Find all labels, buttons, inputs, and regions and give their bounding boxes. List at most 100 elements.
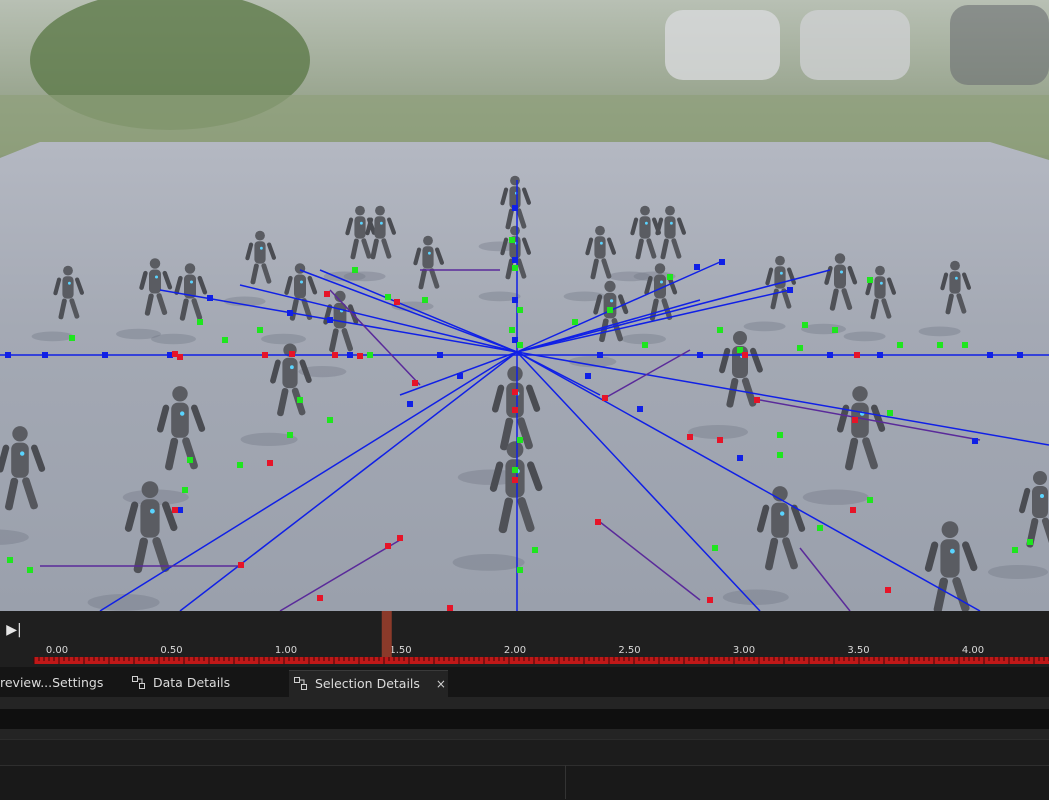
figure-shadow xyxy=(743,321,786,332)
debug-marker xyxy=(517,437,523,443)
scene-view[interactable] xyxy=(0,0,1049,611)
debug-marker xyxy=(742,352,748,358)
timeline-tick-label: 4.00 xyxy=(962,645,984,656)
skip-to-end-button[interactable]: ▶| xyxy=(4,620,24,640)
column-divider[interactable] xyxy=(565,765,566,799)
debug-marker xyxy=(512,477,518,483)
debug-marker xyxy=(207,295,213,301)
debug-marker xyxy=(422,297,428,303)
debug-marker xyxy=(642,342,648,348)
debug-marker xyxy=(572,319,578,325)
debug-marker xyxy=(182,487,188,493)
tab-data-details[interactable]: Data Details xyxy=(130,670,242,696)
figure-shadow xyxy=(988,565,1048,579)
debug-marker xyxy=(1017,352,1023,358)
figure-shadow xyxy=(843,331,886,342)
parked-car xyxy=(800,10,910,80)
debug-marker xyxy=(867,497,873,503)
debug-marker xyxy=(394,299,400,305)
details-icon xyxy=(294,677,307,690)
debug-marker xyxy=(737,455,743,461)
debug-marker xyxy=(367,352,373,358)
figure-shadow xyxy=(802,489,869,505)
debug-marker xyxy=(69,335,75,341)
debug-marker xyxy=(287,310,293,316)
tab-preview-settings[interactable]: review...Settings xyxy=(0,670,137,696)
debug-marker xyxy=(532,547,538,553)
debug-marker xyxy=(832,327,838,333)
debug-marker xyxy=(607,307,613,313)
debug-marker xyxy=(352,267,358,273)
debug-marker xyxy=(867,277,873,283)
debug-marker xyxy=(667,274,673,280)
figure-shadow xyxy=(918,326,961,337)
debug-marker xyxy=(797,345,803,351)
debug-marker xyxy=(512,297,518,303)
parked-car xyxy=(665,10,780,80)
debug-marker xyxy=(852,417,858,423)
debug-marker xyxy=(289,351,295,357)
debug-marker xyxy=(385,543,391,549)
debug-marker xyxy=(257,327,263,333)
debug-marker xyxy=(817,525,823,531)
debug-marker xyxy=(238,562,244,568)
debug-marker xyxy=(962,342,968,348)
figure-shadow xyxy=(261,333,306,345)
debug-marker xyxy=(512,407,518,413)
tab-selection-details[interactable]: Selection Details × xyxy=(289,670,448,697)
details-icon xyxy=(132,676,145,689)
debug-marker xyxy=(512,265,518,271)
debug-marker xyxy=(517,307,523,313)
debug-marker xyxy=(512,467,518,473)
debug-marker xyxy=(707,597,713,603)
debug-marker xyxy=(509,327,515,333)
debug-marker xyxy=(1012,547,1018,553)
debug-marker xyxy=(267,460,273,466)
debug-marker xyxy=(222,337,228,343)
debug-marker xyxy=(887,410,893,416)
debug-marker xyxy=(509,237,515,243)
figure-shadow xyxy=(452,554,525,571)
playhead-marker xyxy=(381,611,392,657)
close-icon[interactable]: × xyxy=(436,677,446,691)
debug-marker xyxy=(172,507,178,513)
debug-marker xyxy=(457,373,463,379)
panel-header-row xyxy=(0,739,1049,765)
figure-shadow xyxy=(343,271,386,282)
debug-marker xyxy=(407,401,413,407)
debug-marker xyxy=(850,507,856,513)
debug-marker xyxy=(1027,539,1033,545)
debug-marker xyxy=(717,327,723,333)
debug-marker xyxy=(357,353,363,359)
panel-toolbar xyxy=(0,697,1049,709)
viewport[interactable] xyxy=(0,0,1049,611)
debug-marker xyxy=(697,352,703,358)
debug-marker xyxy=(787,287,793,293)
debug-marker xyxy=(327,417,333,423)
tab-label: review...Settings xyxy=(0,675,104,690)
debug-marker xyxy=(877,352,883,358)
debug-marker xyxy=(777,432,783,438)
timeline-tick-label: 3.00 xyxy=(733,645,755,656)
debug-marker xyxy=(324,291,330,297)
figure-shadow xyxy=(151,333,196,345)
debug-marker xyxy=(332,352,338,358)
timeline-tick-label: 1.50 xyxy=(389,645,411,656)
debug-marker xyxy=(712,545,718,551)
debug-marker xyxy=(412,380,418,386)
debug-marker xyxy=(885,587,891,593)
figure-shadow xyxy=(722,589,789,605)
debug-marker xyxy=(512,389,518,395)
debug-marker xyxy=(717,437,723,443)
tab-label: Selection Details xyxy=(315,676,420,691)
timeline-ruler[interactable]: 0.000.501.001.502.002.503.003.504.004.50… xyxy=(0,611,1049,667)
panel-spacer xyxy=(0,729,1049,739)
debug-marker xyxy=(197,319,203,325)
timeline-tick-label: 2.00 xyxy=(504,645,526,656)
debug-marker xyxy=(27,567,33,573)
debug-marker xyxy=(897,342,903,348)
debug-marker xyxy=(517,342,523,348)
debug-marker xyxy=(972,438,978,444)
timeline-tick-label: 0.50 xyxy=(160,645,182,656)
panel-search-area[interactable] xyxy=(0,709,1049,729)
